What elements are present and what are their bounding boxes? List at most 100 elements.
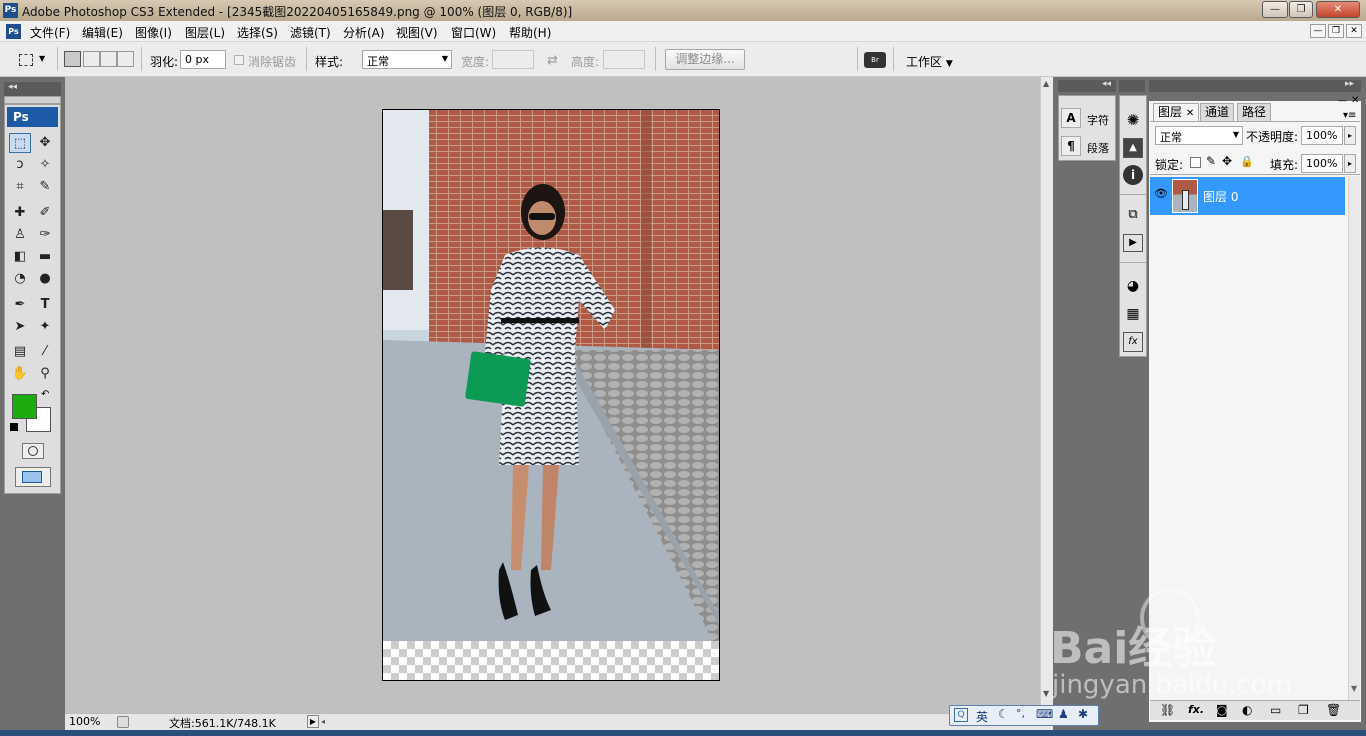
- menu-analysis[interactable]: 分析(A): [343, 24, 385, 41]
- collapse-icon[interactable]: ◂◂: [1102, 79, 1111, 89]
- keyboard-icon[interactable]: ⌨: [1036, 707, 1053, 721]
- lock-position-icon[interactable]: ✥: [1222, 154, 1232, 168]
- refine-edge-button[interactable]: 调整边缘...: [665, 49, 745, 70]
- scroll-up-icon[interactable]: ▲: [1043, 79, 1049, 88]
- character-icon[interactable]: A: [1061, 108, 1081, 128]
- lock-all-icon[interactable]: 🔒: [1240, 155, 1254, 168]
- healing-brush-tool-icon[interactable]: ✚: [9, 203, 31, 223]
- menu-image[interactable]: 图像(I): [135, 24, 172, 41]
- screen-mode-button[interactable]: [15, 467, 51, 487]
- menu-window[interactable]: 窗口(W): [451, 24, 496, 41]
- layer-row[interactable]: 👁 图层 0: [1150, 177, 1345, 215]
- intersect-selection-button[interactable]: [117, 51, 134, 67]
- zoom-level[interactable]: 100%: [69, 715, 100, 728]
- magic-wand-tool-icon[interactable]: ✧: [34, 155, 56, 175]
- paragraph-icon[interactable]: ¶: [1061, 136, 1081, 156]
- status-menu-arrow-icon[interactable]: ▶: [307, 715, 319, 728]
- marquee-preset-picker[interactable]: ▼: [14, 51, 48, 69]
- height-input[interactable]: [603, 50, 645, 69]
- swatches-icon[interactable]: ▦: [1123, 304, 1143, 324]
- clone-stamp-tool-icon[interactable]: ♙: [9, 225, 31, 245]
- notes-tool-icon[interactable]: ▤: [9, 342, 31, 362]
- crop-tool-icon[interactable]: ⌗: [9, 177, 31, 197]
- workspace-button[interactable]: 工作区 ▼: [906, 53, 953, 70]
- panel-menu-icon[interactable]: ▾≡: [1343, 110, 1356, 121]
- doc-minimize-button[interactable]: —: [1310, 24, 1326, 38]
- layers-panel-header[interactable]: ▸▸: [1149, 79, 1361, 92]
- custom-shape-tool-icon[interactable]: ✦: [34, 317, 56, 337]
- adjustment-icon[interactable]: ◐: [1242, 703, 1252, 717]
- move-tool-icon[interactable]: ✥: [34, 133, 56, 153]
- menu-filter[interactable]: 滤镜(T): [290, 24, 331, 41]
- doc-restore-button[interactable]: ❐: [1328, 24, 1344, 38]
- history-icon[interactable]: ⧉: [1123, 205, 1143, 225]
- document-canvas[interactable]: [382, 109, 720, 681]
- quick-mask-button[interactable]: [22, 443, 44, 459]
- scroll-left-icon[interactable]: ◂: [321, 717, 325, 726]
- toolbox-grip[interactable]: [4, 96, 61, 104]
- lock-transparency-icon[interactable]: [1190, 157, 1201, 168]
- swap-icon[interactable]: ⇄: [547, 53, 558, 68]
- taskbar[interactable]: [0, 730, 1366, 736]
- histogram-icon[interactable]: ▲: [1123, 138, 1143, 158]
- eraser-tool-icon[interactable]: ◧: [9, 247, 31, 267]
- char-panel-header[interactable]: ◂◂: [1058, 79, 1116, 92]
- paragraph-panel-label[interactable]: 段落: [1087, 140, 1109, 156]
- panel-minimize-icon[interactable]: —: [1338, 96, 1347, 106]
- history-brush-tool-icon[interactable]: ✑: [34, 225, 56, 245]
- minimize-button[interactable]: —: [1262, 1, 1288, 18]
- swap-colors-icon[interactable]: ↶: [41, 389, 49, 400]
- subtract-selection-button[interactable]: [100, 51, 117, 67]
- character-panel-label[interactable]: 字符: [1087, 112, 1109, 128]
- rect-marquee-tool-icon[interactable]: ⬚: [9, 133, 31, 153]
- path-selection-tool-icon[interactable]: ➤: [9, 317, 31, 337]
- collapse-icon[interactable]: ▸▸: [1345, 79, 1354, 89]
- status-icon[interactable]: [117, 716, 129, 728]
- layer-name[interactable]: 图层 0: [1203, 188, 1238, 205]
- menu-help[interactable]: 帮助(H): [509, 24, 551, 41]
- zoom-tool-icon[interactable]: ⚲: [34, 364, 56, 384]
- menu-layer[interactable]: 图层(L): [185, 24, 225, 41]
- panel-close-icon[interactable]: ✕: [1351, 95, 1359, 106]
- maximize-button[interactable]: ❐: [1289, 1, 1313, 18]
- ime-language[interactable]: 英: [976, 708, 988, 725]
- tab-paths[interactable]: 路径: [1237, 103, 1272, 121]
- new-selection-button[interactable]: [64, 51, 81, 67]
- menu-view[interactable]: 视图(V): [396, 24, 438, 41]
- style-select[interactable]: 正常 ▼: [362, 50, 452, 69]
- add-selection-button[interactable]: [83, 51, 100, 67]
- color-icon[interactable]: ◕: [1123, 276, 1143, 296]
- ime-logo-icon[interactable]: Q: [954, 708, 968, 722]
- type-tool-icon[interactable]: T: [34, 295, 56, 315]
- opacity-arrow-icon[interactable]: ▸: [1344, 126, 1356, 145]
- group-icon[interactable]: ▭: [1270, 703, 1281, 717]
- user-icon[interactable]: ♟: [1058, 707, 1069, 721]
- link-icon[interactable]: ⛓: [1160, 703, 1175, 717]
- menu-select[interactable]: 选择(S): [237, 24, 278, 41]
- width-input[interactable]: [492, 50, 534, 69]
- moon-icon[interactable]: ☾: [998, 707, 1009, 721]
- menu-file[interactable]: 文件(F): [30, 24, 70, 41]
- foreground-color-swatch[interactable]: [12, 394, 37, 419]
- menu-edit[interactable]: 编辑(E): [82, 24, 123, 41]
- mask-icon[interactable]: ◙: [1216, 703, 1228, 717]
- scroll-down-icon[interactable]: ▼: [1351, 684, 1357, 693]
- eyedropper-tool-icon[interactable]: ⁄: [34, 342, 56, 362]
- bridge-icon[interactable]: Br: [864, 52, 886, 68]
- toolbox-header[interactable]: ◂◂: [4, 82, 61, 96]
- tab-layers[interactable]: 图层 ✕: [1153, 103, 1200, 121]
- trash-icon[interactable]: 🗑: [1326, 703, 1341, 717]
- feather-input[interactable]: 0 px: [180, 50, 226, 69]
- navigator-icon[interactable]: ✺: [1123, 110, 1143, 130]
- gradient-tool-icon[interactable]: ▬: [34, 247, 56, 267]
- lasso-tool-icon[interactable]: ↄ: [9, 155, 31, 175]
- fx-icon[interactable]: fx.: [1188, 703, 1204, 716]
- antialias-checkbox[interactable]: [234, 55, 244, 65]
- pen-tool-icon[interactable]: ✒: [9, 295, 31, 315]
- dodge-tool-icon[interactable]: ●: [34, 269, 56, 289]
- new-layer-icon[interactable]: ❐: [1298, 703, 1309, 717]
- blur-tool-icon[interactable]: ◔: [9, 269, 31, 289]
- punct-icon[interactable]: °,: [1016, 707, 1025, 720]
- fill-input[interactable]: 100%: [1301, 154, 1343, 173]
- close-button[interactable]: ✕: [1316, 1, 1360, 18]
